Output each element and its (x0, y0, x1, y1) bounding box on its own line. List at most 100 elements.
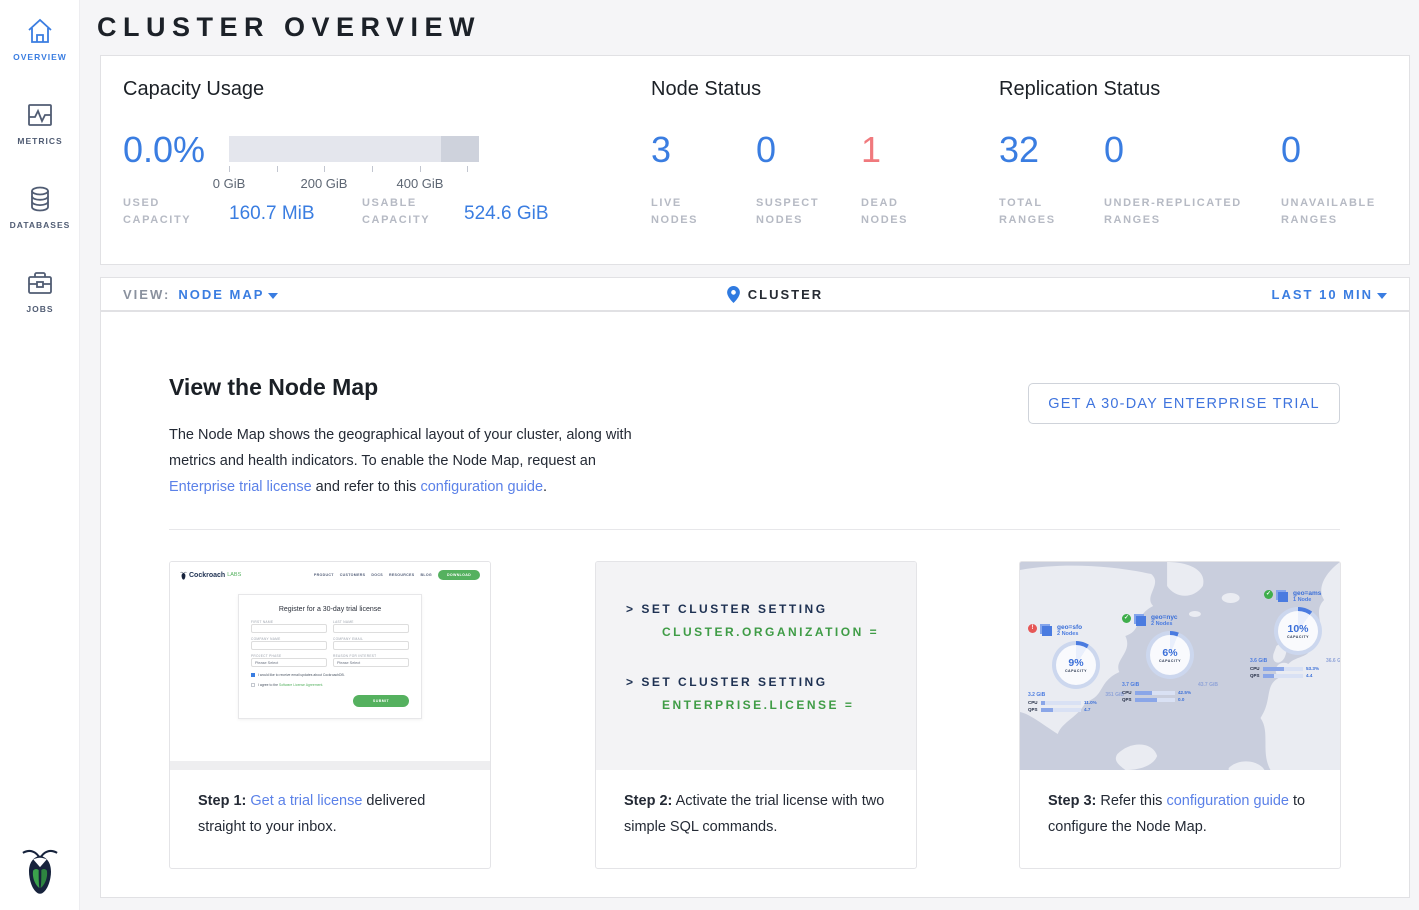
nav-product[interactable]: PRODUCT (314, 573, 334, 577)
total-ranges-label: TOTAL RANGES (999, 195, 1089, 229)
checkbox-label: I would like to receive email updates ab… (258, 673, 345, 677)
company-email-input[interactable] (333, 641, 409, 650)
database-icon (25, 184, 55, 214)
nav-customers[interactable]: CUSTOMERS (340, 573, 366, 577)
cpu-label: CPU (1028, 700, 1038, 705)
first-name-input[interactable] (251, 624, 327, 633)
configuration-guide-link[interactable]: configuration guide (1166, 793, 1289, 809)
view-selector[interactable]: NODE MAP (178, 287, 278, 302)
cockroach-labs-logo-icon (180, 571, 187, 580)
axis-tick (229, 166, 230, 172)
sidebar-item-jobs[interactable]: JOBS (0, 252, 80, 314)
dead-node-badge-icon: ! (1028, 624, 1037, 633)
get-trial-license-link[interactable]: Get a trial license (250, 793, 362, 809)
sql-setting: CLUSTER.ORGANIZATION = (662, 625, 916, 639)
capacity-ring: 9% CAPACITY (1052, 641, 1100, 689)
mini-site-header: Cockroach LABS PRODUCT CUSTOMERS DOCS RE… (180, 570, 480, 580)
time-range-value: LAST 10 MIN (1272, 287, 1373, 302)
cpu-bar (1135, 691, 1175, 695)
locality-nyc[interactable]: ✓ geo=nyc 2 Nodes 6% CAPACITY (1122, 614, 1218, 702)
live-node-badge-icon: ✓ (1122, 614, 1131, 623)
location-pin-icon (727, 286, 740, 303)
form-title: Register for a 30-day trial license (251, 606, 409, 613)
qps-bar (1263, 674, 1303, 678)
step1-caption: Step 1: Get a trial license delivered st… (170, 770, 490, 840)
axis-label-0: 0 GiB (201, 176, 257, 191)
node-cube-icon (1136, 616, 1146, 626)
capacity-ring-label: CAPACITY (1159, 659, 1181, 663)
site-footer-strip (170, 761, 490, 770)
capacity-used: 3.6 GiB (1250, 658, 1267, 664)
reason-select[interactable]: Please Select (333, 658, 409, 667)
enterprise-trial-license-link[interactable]: Enterprise trial license (169, 479, 312, 495)
nav-docs[interactable]: DOCS (371, 573, 383, 577)
node-map-panel: View the Node Map The Node Map shows the… (100, 311, 1410, 898)
qps-value: 4.7 (1084, 707, 1090, 712)
cpu-value: 11.0% (1084, 700, 1097, 705)
email-updates-checkbox[interactable] (251, 673, 255, 677)
logo-suffix: LABS (227, 572, 241, 578)
capacity-ring: 6% CAPACITY (1146, 631, 1194, 679)
locality-ams[interactable]: ✓ geo=ams 1 Node 10% CAPACITY (1250, 590, 1341, 678)
qps-bar-fill (1041, 708, 1053, 712)
nav-blog[interactable]: BLOG (420, 573, 432, 577)
view-label: VIEW: (123, 287, 170, 302)
unavailable-ranges-count: 0 (1281, 128, 1301, 172)
live-nodes-label: LIVE NODES (651, 195, 731, 229)
cpu-bar (1041, 701, 1081, 705)
under-replicated-label: UNDER-REPLICATED RANGES (1104, 195, 1264, 229)
axis-tick (467, 166, 468, 172)
software-license-link[interactable]: Software License Agreement. (279, 683, 323, 687)
cpu-value: 42.5% (1178, 690, 1191, 695)
project-phase-select[interactable]: Please Select (251, 658, 327, 667)
cluster-summary-panel: Capacity Usage 0.0% 0 GiB 200 GiB 400 Gi… (100, 55, 1410, 265)
last-name-input[interactable] (333, 624, 409, 633)
page-title: CLUSTER OVERVIEW (97, 12, 481, 43)
locality-sfo[interactable]: ! geo=sfo 2 Nodes 9% CAPACITY (1028, 624, 1124, 712)
locality-node-count: 2 Nodes (1057, 631, 1082, 637)
nav-resources[interactable]: RESOURCES (389, 573, 414, 577)
locality-node-count: 2 Nodes (1151, 621, 1178, 627)
sidebar-item-databases[interactable]: DATABASES (0, 168, 80, 230)
sidebar-item-overview[interactable]: OVERVIEW (0, 0, 80, 62)
cockroachdb-logo (21, 844, 59, 896)
locality-node-count: 1 Node (1293, 597, 1321, 603)
submit-button[interactable]: SUBMIT (353, 695, 409, 707)
description-text: . (543, 479, 547, 495)
node-map-preview: ! geo=sfo 2 Nodes 9% CAPACITY (1020, 562, 1340, 770)
suspect-nodes-label: SUSPECT NODES (756, 195, 846, 229)
cluster-overview-page: OVERVIEW METRICS DATABASES JOBS (0, 0, 1419, 910)
time-range-selector[interactable]: LAST 10 MIN (1272, 287, 1387, 302)
download-button[interactable]: DOWNLOAD (438, 570, 480, 580)
sidebar-item-label: JOBS (26, 304, 53, 314)
briefcase-icon (25, 268, 55, 298)
step1-screenshot: Cockroach LABS PRODUCT CUSTOMERS DOCS RE… (170, 562, 490, 770)
capacity-percent: 6% (1162, 647, 1177, 659)
live-node-badge-icon: ✓ (1264, 590, 1273, 599)
cpu-label: CPU (1250, 666, 1260, 671)
replication-status-title: Replication Status (999, 78, 1160, 101)
license-agreement-checkbox[interactable] (251, 683, 255, 687)
capacity-ring-label: CAPACITY (1287, 635, 1309, 639)
enterprise-trial-button[interactable]: GET A 30-DAY ENTERPRISE TRIAL (1028, 383, 1340, 424)
qps-bar-fill (1263, 674, 1274, 678)
configuration-guide-link[interactable]: configuration guide (420, 479, 543, 495)
capacity-used: 3.7 GiB (1122, 682, 1139, 688)
step-label: Step 3: (1048, 793, 1096, 809)
axis-tick (372, 166, 373, 172)
step-label: Step 1: (198, 793, 246, 809)
capacity-ring-label: CAPACITY (1065, 669, 1087, 673)
cpu-value: 53.3% (1306, 666, 1319, 671)
usable-capacity-label: USABLE CAPACITY (362, 195, 457, 229)
suspect-nodes-count: 0 (756, 128, 776, 172)
checkbox-text: I agree to the (258, 683, 279, 687)
company-name-input[interactable] (251, 641, 327, 650)
sidebar-item-metrics[interactable]: METRICS (0, 84, 80, 146)
step2-card: > SET CLUSTER SETTING CLUSTER.ORGANIZATI… (595, 561, 917, 869)
capacity-usage-title: Capacity Usage (123, 78, 264, 101)
cpu-bar-fill (1135, 691, 1152, 695)
chevron-down-icon (268, 293, 278, 299)
chevron-down-icon (1377, 293, 1387, 299)
qps-label: QPS (1028, 707, 1038, 712)
cpu-bar-fill (1041, 701, 1045, 705)
